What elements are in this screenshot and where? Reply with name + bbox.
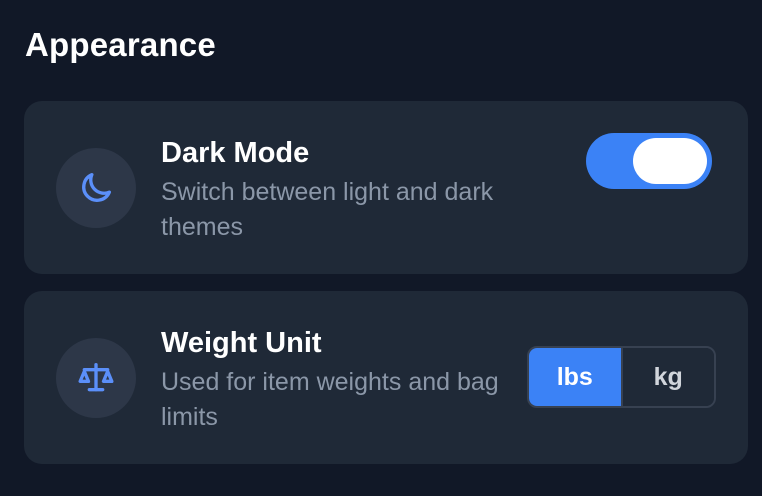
scale-icon [56,338,136,418]
weight-unit-description: Used for item weights and bag limits [161,368,499,431]
dark-mode-toggle[interactable] [586,133,712,189]
section-title: Appearance [25,26,216,63]
unit-option-kg[interactable]: kg [620,348,714,406]
weight-unit-segmented-control: lbs kg [527,346,716,408]
weight-unit-title: Weight Unit [161,327,322,359]
dark-mode-description: Switch between light and dark themes [161,178,494,241]
toggle-knob [633,138,707,184]
settings-page: Appearance Dark Mode Switch between ligh… [0,0,762,496]
unit-option-lbs[interactable]: lbs [529,348,621,406]
dark-mode-title: Dark Mode [161,137,310,169]
moon-icon [56,148,136,228]
weight-unit-card: Weight Unit Used for item weights and ba… [24,291,748,464]
dark-mode-card: Dark Mode Switch between light and dark … [24,101,748,274]
